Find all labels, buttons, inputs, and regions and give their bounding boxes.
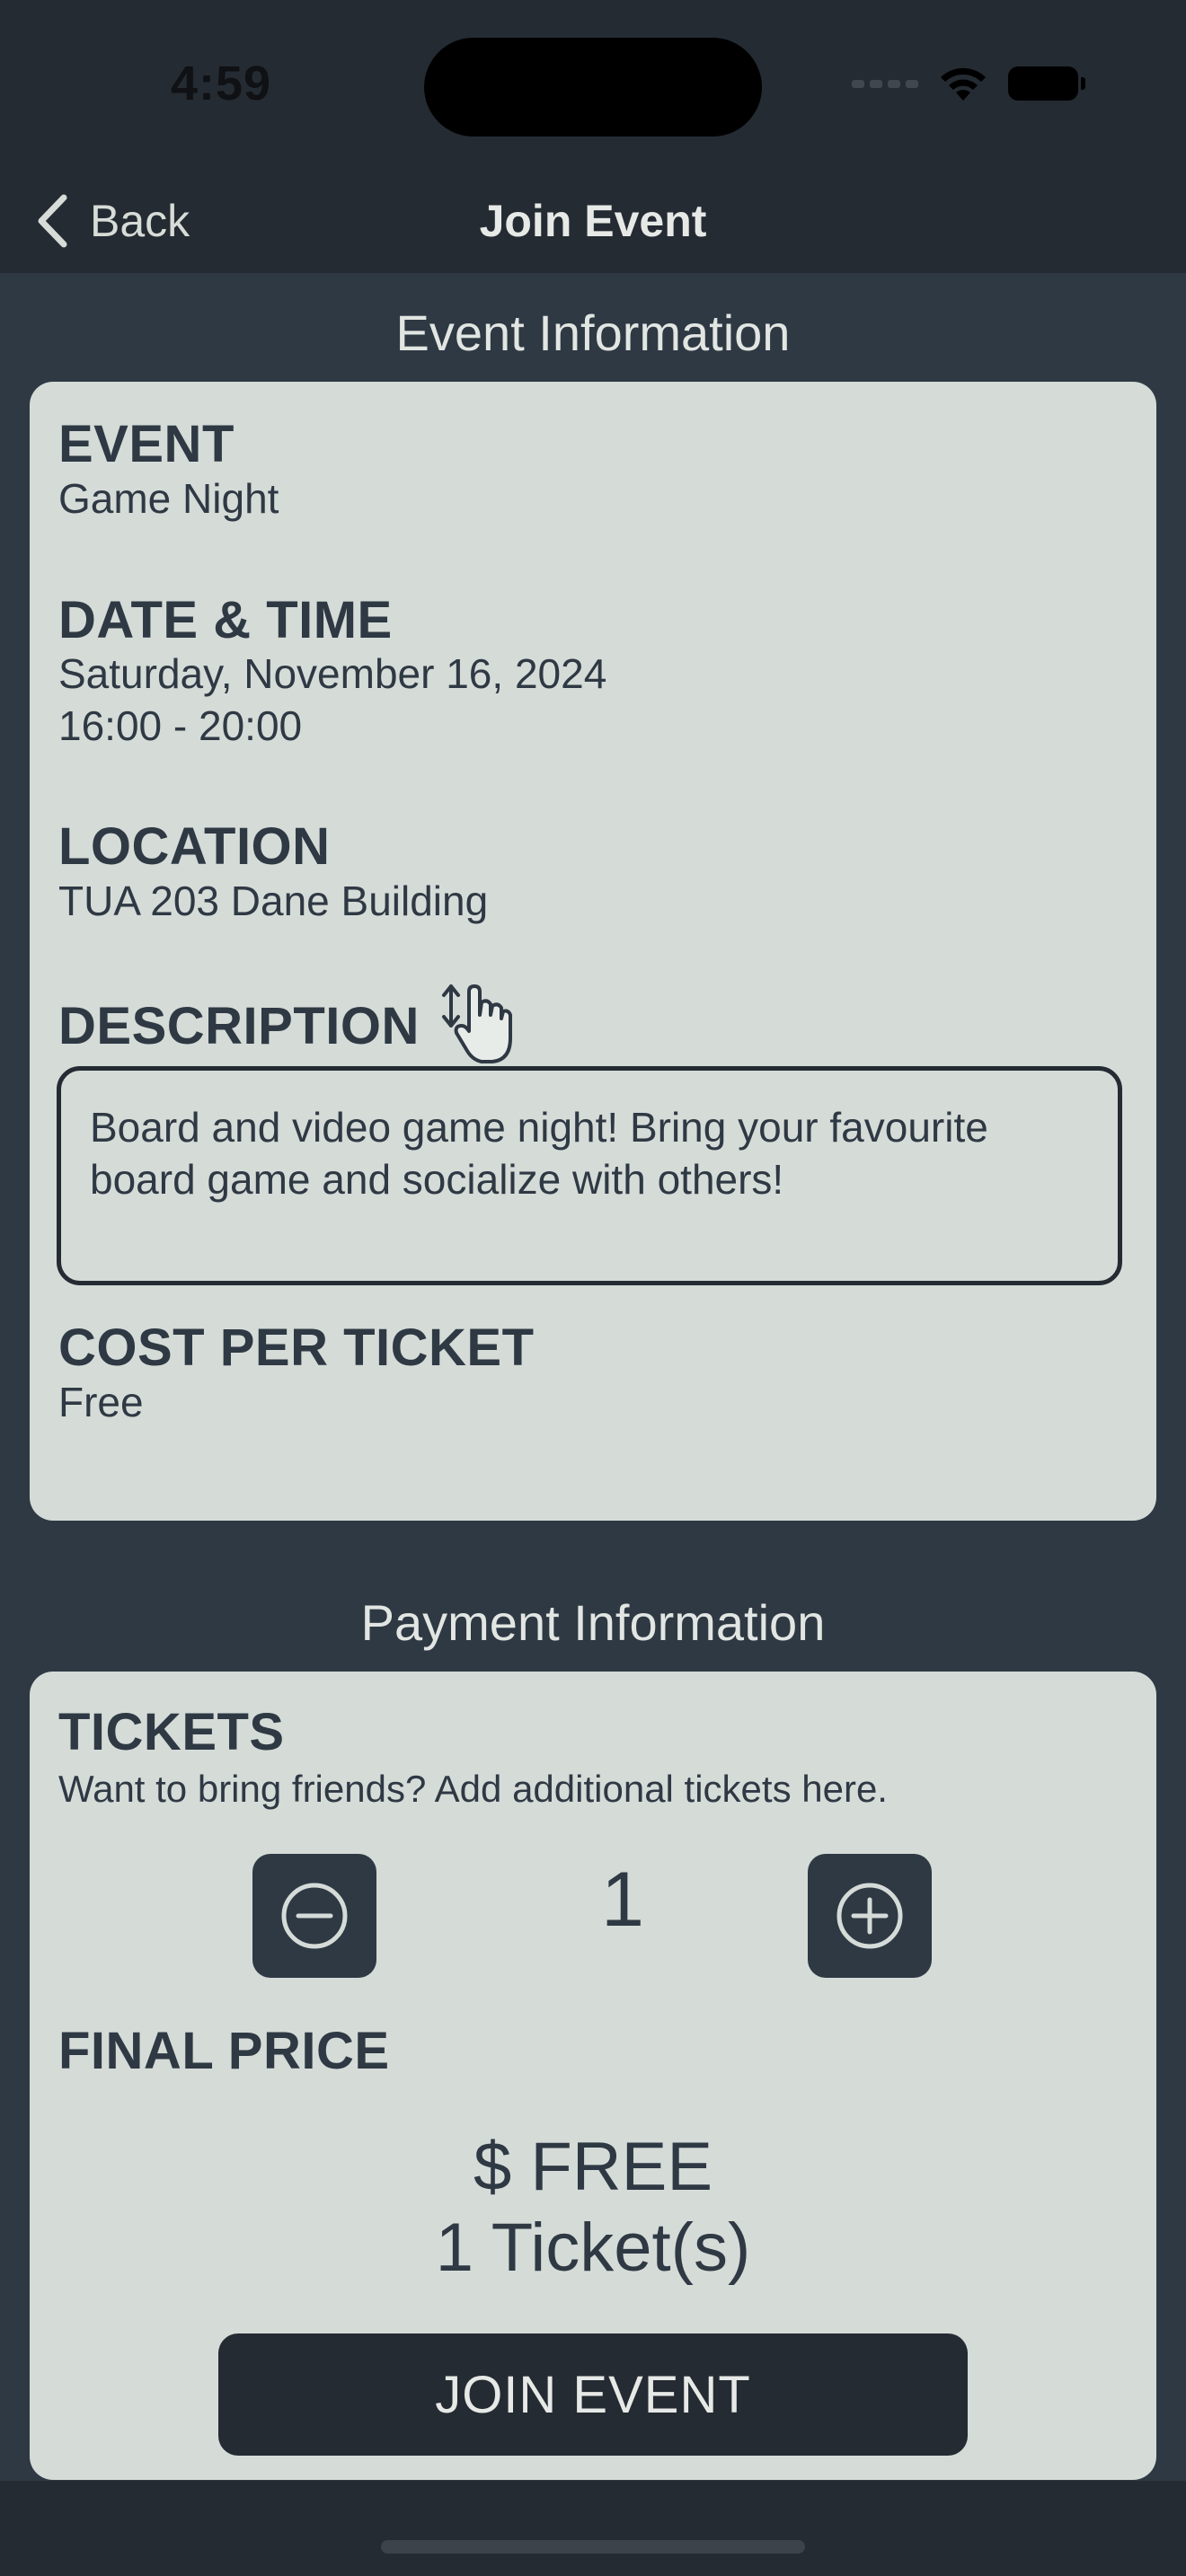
battery-icon — [1008, 66, 1085, 101]
tickets-hint: Want to bring friends? Add additional ti… — [58, 1768, 888, 1810]
navigation-bar: Back Join Event — [0, 171, 1186, 273]
wifi-icon — [941, 67, 986, 101]
final-ticket-summary: 1 Ticket(s) — [435, 2210, 751, 2286]
description-label: DESCRIPTION — [58, 997, 420, 1055]
payment-info-card: TICKETS Want to bring friends? Add addit… — [30, 1672, 1156, 2480]
decrease-tickets-button[interactable] — [252, 1854, 376, 1978]
cost-label: COST PER TICKET — [58, 1319, 535, 1377]
event-time: 16:00 - 20:00 — [58, 702, 303, 749]
dynamic-island — [424, 38, 762, 137]
cellular-signal-icon — [852, 79, 918, 88]
event-date: Saturday, November 16, 2024 — [58, 650, 607, 697]
cost-value: Free — [58, 1379, 144, 1425]
event-section-title: Event Information — [395, 304, 791, 361]
ticket-count: 1 — [601, 1857, 644, 1943]
status-indicators — [852, 65, 1085, 102]
home-indicator[interactable] — [381, 2540, 805, 2554]
tickets-label: TICKETS — [58, 1703, 285, 1761]
join-event-button[interactable]: JOIN EVENT — [218, 2333, 968, 2456]
increase-tickets-button[interactable] — [808, 1854, 932, 1978]
final-price-value: $ FREE — [473, 2129, 713, 2205]
datetime-label: DATE & TIME — [58, 591, 393, 649]
event-name: Game Night — [58, 475, 279, 522]
status-bar: 4:59 — [0, 0, 1186, 171]
bottom-bar — [0, 2481, 1186, 2576]
event-label: EVENT — [58, 415, 235, 473]
page-title: Join Event — [479, 196, 707, 246]
location-label: LOCATION — [58, 817, 331, 876]
plus-circle-icon — [836, 1883, 903, 1949]
minus-circle-icon — [281, 1883, 348, 1949]
event-info-card: EVENT Game Night DATE & TIME Saturday, N… — [30, 382, 1156, 1521]
resize-cursor-icon — [442, 984, 512, 1063]
final-price-label: FINAL PRICE — [58, 2022, 390, 2080]
description-text-area[interactable]: Board and video game night! Bring your f… — [57, 1066, 1122, 1285]
payment-section-title: Payment Information — [360, 1594, 826, 1651]
event-location: TUA 203 Dane Building — [58, 878, 489, 924]
status-time: 4:59 — [171, 57, 272, 110]
